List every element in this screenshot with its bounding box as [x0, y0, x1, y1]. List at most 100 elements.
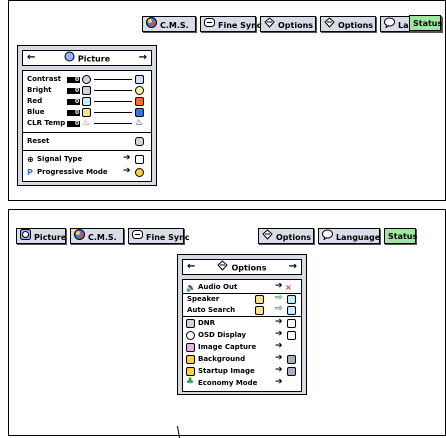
economy-icon: ♣	[186, 377, 195, 387]
menu-item-economy-mode[interactable]: ♣ Economy Mode ➔	[183, 377, 301, 389]
menu-item-reset[interactable]: Reset	[23, 136, 151, 147]
picture-icon	[64, 51, 75, 67]
startup-image-icon	[186, 367, 195, 376]
menu-body: 🔈 Audio Out ➔ × Speaker ⇨ Auto Search ⇨	[182, 279, 302, 392]
speaker-value-icon	[287, 295, 296, 304]
callout-line	[176, 426, 181, 438]
blue-max-icon	[135, 108, 144, 117]
temp-low-icon: ♨	[82, 118, 91, 128]
menu-item-auto-search[interactable]: Auto Search ⇨	[183, 304, 301, 316]
arrow-right-icon: ➔	[275, 329, 283, 339]
tab-label: Options	[276, 233, 312, 242]
background-icon	[186, 355, 195, 364]
menu-header: ← Picture →	[22, 50, 152, 66]
menu-item-startup-image[interactable]: Startup Image ➔	[183, 365, 301, 377]
speaker-icon: 🔈	[186, 283, 196, 292]
arrow-right-icon: ➔	[275, 353, 283, 363]
tab-options[interactable]: Options	[260, 16, 316, 32]
image-capture-icon	[186, 343, 195, 352]
divider	[183, 316, 301, 317]
tab-language[interactable]: Language	[318, 228, 380, 244]
options-menu: ← Options → 🔈 Audio Out ➔ × Speaker ⇨ Au…	[177, 254, 307, 395]
menu-item-background[interactable]: Background ➔	[183, 353, 301, 365]
picture-icon	[20, 229, 31, 246]
arrow-right-icon: ⇨	[275, 293, 283, 303]
dnr-icon	[186, 319, 195, 328]
dnr-value-icon	[287, 319, 296, 328]
cms-icon	[74, 229, 85, 246]
menu-body: Contrast 0 Bright 0 Red 0 Blue 0 CLR Tem…	[22, 70, 152, 182]
arrow-right-icon: ➔	[275, 317, 283, 327]
osd-value-icon	[287, 331, 296, 340]
menu-item-contrast[interactable]: Contrast 0	[23, 74, 151, 85]
arrow-left-icon[interactable]: ←	[187, 260, 195, 274]
tab-label: C.M.S.	[160, 21, 189, 30]
menu-item-red[interactable]: Red 0	[23, 96, 151, 107]
tab-label: Fine Sync	[146, 233, 190, 242]
arrow-right-icon: ➔	[275, 281, 283, 291]
language-icon	[384, 17, 395, 34]
menu-item-clr-temp[interactable]: CLR Temp 0 ♨ ♨	[23, 118, 151, 129]
menu-item-image-capture[interactable]: Image Capture ➔	[183, 341, 301, 353]
arrow-right-icon[interactable]: →	[139, 51, 147, 65]
signal-type-icon: ⊕	[27, 155, 34, 164]
menu-title: Picture	[77, 54, 111, 64]
arrow-right-icon: ➔	[123, 153, 131, 163]
tab-label: Fine Sync	[218, 21, 262, 30]
options-menu-panel: Picture C.M.S. Fine Sync Options Languag…	[8, 209, 446, 438]
options-icon	[217, 260, 229, 276]
slider-track	[94, 101, 132, 102]
tab-status[interactable]: Status	[384, 228, 418, 244]
auto-search-value-icon	[287, 306, 296, 315]
tab-label: Picture	[34, 233, 67, 242]
slider-track	[94, 90, 132, 91]
tab-fine-sync[interactable]: Fine Sync	[128, 228, 190, 246]
arrow-right-icon: ➔	[275, 365, 283, 375]
menu-item-blue[interactable]: Blue 0	[23, 107, 151, 118]
blue-min-icon	[82, 108, 91, 117]
slider-track	[94, 79, 132, 80]
speaker-on-icon	[255, 295, 264, 304]
contrast-icon	[82, 75, 91, 84]
fine-sync-icon	[132, 229, 143, 246]
tab-options[interactable]: Options	[258, 228, 314, 244]
osd-icon	[186, 331, 195, 340]
menu-title: Options	[231, 263, 267, 273]
arrow-right-icon: ➔	[275, 341, 283, 351]
menu-item-dnr[interactable]: DNR ➔	[183, 317, 301, 329]
options-icon	[264, 17, 275, 34]
arrow-right-icon: ➔	[275, 377, 283, 387]
menu-header: ← Options →	[182, 259, 302, 275]
picture-menu: ← Picture → Contrast 0 Bright 0 Red 0 Bl…	[17, 45, 157, 186]
menu-item-signal-type[interactable]: ⊕ Signal Type ➔	[23, 153, 151, 165]
bright-max-icon	[135, 86, 144, 95]
tab-options-2[interactable]: Options	[320, 16, 376, 32]
tab-label: Status	[388, 232, 418, 241]
tab-label: Options	[278, 21, 314, 30]
startup-image-value-icon	[287, 367, 296, 376]
arrow-left-icon[interactable]: ←	[27, 51, 35, 65]
audio-mute-icon: ×	[285, 283, 292, 292]
options-icon	[262, 229, 273, 246]
slider-track	[94, 112, 132, 113]
arrow-right-icon[interactable]: →	[289, 260, 297, 274]
tab-cms[interactable]: C.M.S.	[70, 228, 124, 244]
menu-item-audio-out[interactable]: 🔈 Audio Out ➔ ×	[183, 281, 301, 293]
tab-label: Options	[338, 21, 374, 30]
tab-picture[interactable]: Picture	[16, 228, 66, 244]
cms-icon	[146, 17, 157, 34]
menu-item-speaker[interactable]: Speaker ⇨	[183, 293, 301, 305]
signal-type-value-icon	[135, 155, 144, 164]
menu-item-bright[interactable]: Bright 0	[23, 85, 151, 96]
red-max-icon	[135, 97, 144, 106]
picture-menu-panel: C.M.S. Fine Sync Options Options Languag…	[8, 0, 446, 201]
tab-fine-sync[interactable]: Fine Sync	[200, 16, 262, 32]
menu-item-progressive-mode[interactable]: P Progressive Mode ➔	[23, 166, 151, 178]
bright-icon	[82, 86, 91, 95]
tab-cms[interactable]: C.M.S.	[142, 16, 196, 32]
reset-icon	[135, 137, 144, 146]
contrast-max-icon	[135, 75, 144, 84]
tab-status[interactable]: Status	[409, 15, 442, 31]
language-icon	[322, 229, 333, 246]
menu-item-osd-display[interactable]: OSD Display ➔	[183, 329, 301, 341]
